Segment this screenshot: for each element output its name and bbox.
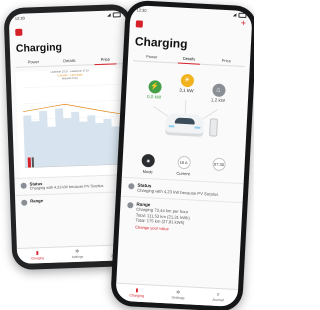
location-icon [21, 199, 28, 206]
tab-bar: Power Details Price [132, 51, 246, 68]
nav-journal[interactable]: ≡ Journal [211, 292, 224, 303]
chart-marker-red [27, 157, 32, 168]
charger-icon [209, 118, 218, 137]
status-content: Status Charging with 4,23 kW because PV … [30, 179, 104, 192]
nav-settings[interactable]: ✲ Settings [171, 290, 185, 301]
charging-controls: ◉ Mode 16 A Current 07:30 [130, 153, 237, 178]
info-icon [128, 182, 135, 189]
info-rows: Status Charging with 4,23 kW because PV … [118, 176, 244, 239]
nav-charging[interactable]: ▮ Charging [30, 250, 45, 261]
tab-details[interactable]: Details [170, 53, 208, 64]
app-logo-icon [135, 20, 144, 28]
app-header: + Charging [129, 14, 253, 54]
mode-label: Mode [142, 168, 153, 174]
tab-price[interactable]: Price [87, 54, 123, 64]
info-icon [20, 182, 27, 189]
price-chart: Laadstart 13:10 · Laadeinde 17:19 0,34 k… [15, 68, 128, 178]
signal-icon [106, 13, 111, 17]
status-content: Status Charging with 4,23 kW because PV … [137, 182, 219, 197]
mode-control[interactable]: ◉ Mode [141, 153, 156, 174]
range-row[interactable]: Range Charging 73,44 km per hour Total: … [118, 195, 243, 239]
flow-line-solar [184, 100, 187, 115]
tab-details[interactable]: Details [51, 55, 87, 65]
nav-charging-label: Charging [30, 256, 45, 261]
price-chart-plot [22, 84, 125, 168]
product-showcase: 12:30 Charging Power Details Price Laads… [0, 0, 254, 310]
add-icon[interactable]: + [241, 18, 247, 28]
status-time: 12:30 [14, 15, 25, 21]
nav-settings[interactable]: ✲ Settings [71, 249, 84, 260]
chart-area [23, 108, 125, 168]
app-header: Charging [9, 19, 128, 55]
range-title: Range [30, 198, 44, 204]
location-icon [127, 202, 134, 209]
page-title: Charging [15, 41, 63, 55]
tab-bar: Power Details Price [15, 54, 124, 68]
timer-control[interactable]: 07:30 [212, 157, 226, 178]
tab-power[interactable]: Power [15, 57, 51, 67]
tab-price[interactable]: Price [207, 55, 245, 66]
page-title: Charging [134, 34, 188, 52]
signal-icon [232, 13, 237, 17]
nav-journal-label: Journal [211, 297, 224, 303]
current-control[interactable]: 16 A Current [176, 155, 191, 176]
app-logo-icon [15, 28, 23, 36]
nav-settings-label: Settings [171, 295, 185, 301]
status-icons [106, 12, 121, 18]
battery-icon [112, 12, 121, 18]
timer-value: 07:30 [212, 157, 226, 172]
current-label: Current [176, 170, 190, 176]
nav-charging-label: Charging [129, 293, 145, 299]
nav-charging[interactable]: ▮ Charging [129, 288, 144, 298]
front-phone-screen: 12:30 + Charging Power Details Price ☀ 3… [115, 5, 253, 307]
status-time: 12:30 [136, 7, 147, 13]
mode-icon: ◉ [141, 153, 156, 168]
car-illustration [165, 113, 205, 137]
current-value: 16 A [176, 155, 191, 170]
chart-marker-dark [31, 157, 35, 168]
flow-lines [153, 100, 218, 120]
front-phone: 12:30 + Charging Power Details Price ☀ 3… [110, 0, 254, 310]
bottom-nav: ▮ Charging ✲ Settings ≡ Journal [115, 282, 239, 307]
nav-settings-label: Settings [71, 254, 84, 260]
tab-power[interactable]: Power [133, 51, 171, 62]
energy-flow: ☀ 3,1 kW ⚡ 0,0 kW ⌂ 1,2 kW [123, 67, 249, 157]
range-content: Range Charging 73,44 km per hour Total: … [135, 202, 190, 233]
